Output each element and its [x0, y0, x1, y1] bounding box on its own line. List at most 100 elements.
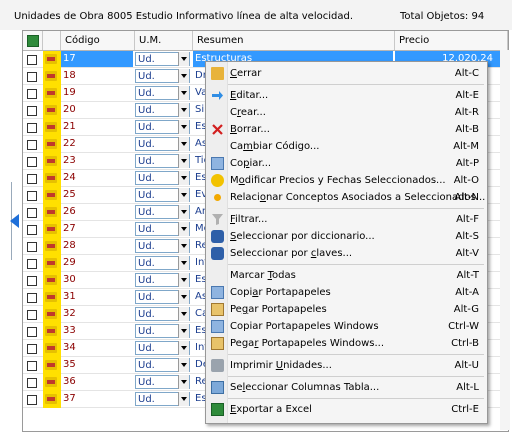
chevron-down-icon[interactable]	[178, 273, 189, 287]
row-checkbox[interactable]	[27, 157, 37, 167]
chevron-down-icon[interactable]	[178, 86, 189, 100]
chevron-down-icon[interactable]	[178, 290, 189, 304]
unit-icon	[45, 326, 57, 336]
menu-separator	[228, 264, 484, 265]
menu-item[interactable]: Pegar Portapapeles Windows... Ctrl-B	[206, 335, 487, 352]
chevron-down-icon[interactable]	[178, 205, 189, 219]
chevron-down-icon[interactable]	[178, 392, 189, 406]
chevron-down-icon[interactable]	[178, 358, 189, 372]
menu-item[interactable]: Crear... Alt-R	[206, 104, 487, 121]
row-checkbox[interactable]	[27, 191, 37, 201]
icon-column-header	[43, 31, 61, 50]
splitter-arrow-icon[interactable]	[10, 214, 19, 228]
delete-x-icon	[211, 123, 224, 136]
menu-item[interactable]: Seleccionar por claves... Alt-V	[206, 245, 487, 262]
menu-item[interactable]: Cambiar Código... Alt-M	[206, 138, 487, 155]
row-checkbox[interactable]	[27, 140, 37, 150]
col-price-header[interactable]: Precio	[395, 31, 508, 50]
row-checkbox[interactable]	[27, 276, 37, 286]
row-checkbox[interactable]	[27, 72, 37, 82]
dot-icon	[214, 194, 221, 201]
row-checkbox[interactable]	[27, 55, 37, 65]
menu-item[interactable]: Exportar a Excel Ctrl-E	[206, 401, 487, 418]
menu-item[interactable]: Copiar... Alt-P	[206, 155, 487, 172]
row-checkbox[interactable]	[27, 225, 37, 235]
menu-item[interactable]: Imprimir Unidades... Alt-U	[206, 357, 487, 374]
menu-item[interactable]: Modificar Precios y Fechas Seleccionados…	[206, 172, 487, 189]
menu-item[interactable]: Borrar... Alt-B	[206, 121, 487, 138]
menu-item[interactable]: Cerrar Alt-C	[206, 65, 487, 82]
menu-item-shortcut: Ctrl-B	[451, 338, 479, 349]
menu-item-label: Exportar a Excel	[230, 404, 312, 415]
row-code: 34	[63, 342, 76, 353]
row-checkbox[interactable]	[27, 259, 37, 269]
chevron-down-icon[interactable]	[178, 239, 189, 253]
menu-item-label: Seleccionar por claves...	[230, 248, 353, 259]
chevron-down-icon[interactable]	[178, 307, 189, 321]
chevron-down-icon[interactable]	[178, 120, 189, 134]
row-code: 20	[63, 104, 76, 115]
menu-item-label: Copiar Portapapeles Windows	[230, 321, 379, 332]
col-um-header[interactable]: U.M.	[135, 31, 193, 50]
col-summary-header[interactable]: Resumen	[193, 31, 395, 50]
unit-icon	[45, 139, 57, 149]
row-checkbox[interactable]	[27, 242, 37, 252]
menu-item[interactable]: Editar... Alt-E	[206, 87, 487, 104]
row-checkbox[interactable]	[27, 106, 37, 116]
chevron-down-icon[interactable]	[178, 69, 189, 83]
chevron-down-icon[interactable]	[178, 324, 189, 338]
col-code-header[interactable]: Código	[61, 31, 135, 50]
menu-item-shortcut: Alt-O	[453, 175, 479, 186]
filter-icon	[211, 213, 224, 226]
row-code: 35	[63, 359, 76, 370]
row-checkbox[interactable]	[27, 174, 37, 184]
row-checkbox[interactable]	[27, 378, 37, 388]
row-checkbox[interactable]	[27, 310, 37, 320]
row-checkbox[interactable]	[27, 327, 37, 337]
unit-icon	[45, 360, 57, 370]
menu-item[interactable]: Copiar Portapapeles Windows Ctrl-W	[206, 318, 487, 335]
row-code: 29	[63, 257, 76, 268]
chevron-down-icon[interactable]	[178, 375, 189, 389]
vertical-scrollbar[interactable]	[500, 50, 510, 430]
chevron-down-icon[interactable]	[178, 188, 189, 202]
clock-icon	[211, 174, 224, 187]
copy-icon	[211, 286, 224, 299]
chevron-down-icon[interactable]	[178, 103, 189, 117]
unit-icon	[45, 156, 57, 166]
row-checkbox[interactable]	[27, 344, 37, 354]
row-checkbox[interactable]	[27, 361, 37, 371]
row-checkbox[interactable]	[27, 123, 37, 133]
menu-item[interactable]: Marcar Todas Alt-T	[206, 267, 487, 284]
row-checkbox[interactable]	[27, 293, 37, 303]
chevron-down-icon[interactable]	[178, 154, 189, 168]
chevron-down-icon[interactable]	[178, 341, 189, 355]
chevron-down-icon[interactable]	[178, 52, 189, 66]
unit-icon	[45, 343, 57, 353]
chevron-down-icon[interactable]	[178, 222, 189, 236]
menu-item[interactable]: Relacionar Conceptos Asociados a Selecci…	[206, 189, 487, 206]
menu-item[interactable]: Seleccionar por diccionario... Alt-S	[206, 228, 487, 245]
menu-item-shortcut: Alt-V	[455, 248, 479, 259]
chevron-down-icon[interactable]	[178, 137, 189, 151]
chevron-down-icon[interactable]	[178, 171, 189, 185]
menu-item-label: Cerrar	[230, 68, 262, 79]
excel-icon	[27, 35, 39, 47]
paste-icon	[211, 303, 224, 316]
unit-icon	[45, 224, 57, 234]
row-checkbox[interactable]	[27, 395, 37, 405]
menu-item[interactable]: Filtrar... Alt-F	[206, 211, 487, 228]
menu-item[interactable]: Seleccionar Columnas Tabla... Alt-L	[206, 379, 487, 396]
row-checkbox[interactable]	[27, 208, 37, 218]
row-code: 26	[63, 206, 76, 217]
menu-item-label: Crear...	[230, 107, 266, 118]
menu-item-label: Filtrar...	[230, 214, 268, 225]
select-all-header[interactable]	[23, 31, 43, 50]
menu-item[interactable]: Copiar Portapapeles Alt-A	[206, 284, 487, 301]
chevron-down-icon[interactable]	[178, 256, 189, 270]
menu-item-shortcut: Ctrl-E	[451, 404, 479, 415]
menu-item[interactable]: Pegar Portapapeles Alt-G	[206, 301, 487, 318]
menu-item-shortcut: Alt-B	[455, 124, 479, 135]
row-code: 30	[63, 274, 76, 285]
row-checkbox[interactable]	[27, 89, 37, 99]
